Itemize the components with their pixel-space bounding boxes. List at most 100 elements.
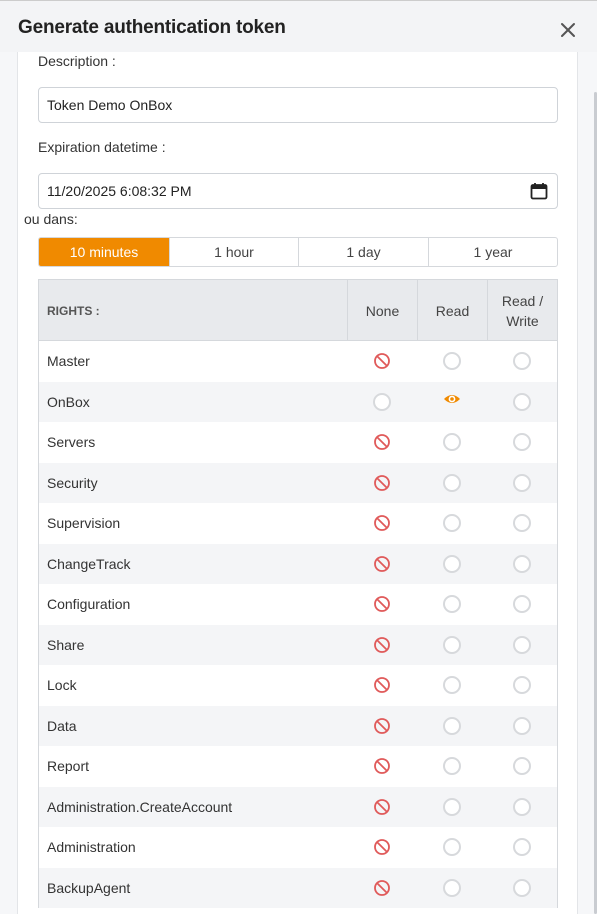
readwrite-option[interactable] bbox=[487, 544, 557, 585]
readwrite-option[interactable] bbox=[487, 746, 557, 787]
radio-button[interactable] bbox=[513, 635, 531, 654]
read-option[interactable] bbox=[417, 503, 487, 544]
dialog-header: Generate authentication token bbox=[0, 0, 597, 52]
rights-table-header: RIGHTS : None Read Read / Write bbox=[39, 280, 557, 341]
radio-button[interactable] bbox=[513, 676, 531, 695]
duration-10-minutes-button[interactable]: 10 minutes bbox=[39, 238, 169, 266]
read-option[interactable] bbox=[417, 341, 487, 382]
readwrite-option[interactable] bbox=[487, 382, 557, 423]
none-option[interactable] bbox=[347, 625, 417, 666]
readwrite-option[interactable] bbox=[487, 665, 557, 706]
radio-button[interactable] bbox=[443, 676, 461, 695]
duration-1-year-button[interactable]: 1 year bbox=[428, 238, 557, 266]
readwrite-option[interactable] bbox=[487, 503, 557, 544]
radio-button[interactable] bbox=[373, 392, 391, 411]
radio-button[interactable] bbox=[513, 838, 531, 857]
readwrite-option[interactable] bbox=[487, 584, 557, 625]
no-entry-icon bbox=[374, 474, 390, 491]
radio-button[interactable] bbox=[513, 595, 531, 614]
none-option[interactable] bbox=[347, 463, 417, 504]
right-label: Administration.CreateAccount bbox=[47, 798, 233, 815]
radio-button[interactable] bbox=[443, 514, 461, 533]
none-option[interactable] bbox=[347, 422, 417, 463]
right-label: Report bbox=[47, 758, 90, 774]
read-write-header-line2: Write bbox=[506, 312, 539, 329]
none-option[interactable] bbox=[347, 503, 417, 544]
readwrite-option[interactable] bbox=[487, 625, 557, 666]
radio-button[interactable] bbox=[513, 554, 531, 573]
readwrite-option[interactable] bbox=[487, 422, 557, 463]
none-option[interactable] bbox=[347, 544, 417, 585]
radio-button[interactable] bbox=[513, 514, 531, 533]
radio-button[interactable] bbox=[443, 352, 461, 371]
radio-button[interactable] bbox=[513, 757, 531, 776]
right-label: Share bbox=[47, 636, 85, 653]
read-write-column-header: Read / Write bbox=[487, 280, 557, 341]
radio-button[interactable] bbox=[443, 433, 461, 452]
none-option[interactable] bbox=[347, 584, 417, 625]
duration-1-day-button[interactable]: 1 day bbox=[298, 238, 428, 266]
calendar-icon[interactable] bbox=[530, 182, 548, 200]
none-option[interactable] bbox=[347, 787, 417, 828]
read-option[interactable] bbox=[417, 665, 487, 706]
close-icon[interactable] bbox=[557, 19, 579, 41]
read-option[interactable] bbox=[417, 787, 487, 828]
radio-button[interactable] bbox=[513, 433, 531, 452]
none-option[interactable] bbox=[347, 665, 417, 706]
none-option[interactable] bbox=[347, 706, 417, 747]
none-option[interactable] bbox=[347, 746, 417, 787]
read-option[interactable] bbox=[417, 544, 487, 585]
table-row: OnBox bbox=[39, 381, 557, 423]
radio-button[interactable] bbox=[513, 797, 531, 816]
read-option[interactable] bbox=[417, 706, 487, 747]
radio-button[interactable] bbox=[443, 716, 461, 735]
radio-button[interactable] bbox=[513, 392, 531, 411]
read-option[interactable] bbox=[417, 382, 487, 423]
none-option[interactable] bbox=[347, 382, 417, 423]
expiration-datetime-field[interactable]: 11/20/2025 6:08:32 PM bbox=[38, 173, 558, 209]
read-option[interactable] bbox=[417, 827, 487, 868]
readwrite-option[interactable] bbox=[487, 868, 557, 909]
radio-button[interactable] bbox=[443, 473, 461, 492]
no-entry-icon bbox=[374, 677, 390, 694]
readwrite-option[interactable] bbox=[487, 787, 557, 828]
radio-button[interactable] bbox=[513, 473, 531, 492]
radio-button[interactable] bbox=[443, 797, 461, 816]
expiration-label: Expiration datetime : bbox=[38, 139, 166, 155]
read-option[interactable] bbox=[417, 868, 487, 909]
none-option[interactable] bbox=[347, 827, 417, 868]
eye-icon bbox=[444, 394, 460, 403]
read-option[interactable] bbox=[417, 584, 487, 625]
read-option[interactable] bbox=[417, 422, 487, 463]
readwrite-option[interactable] bbox=[487, 706, 557, 747]
read-option[interactable] bbox=[417, 463, 487, 504]
radio-button[interactable] bbox=[443, 635, 461, 654]
no-entry-icon bbox=[374, 353, 390, 370]
radio-button[interactable] bbox=[443, 838, 461, 857]
readwrite-option[interactable] bbox=[487, 463, 557, 504]
none-option[interactable] bbox=[347, 341, 417, 382]
right-label: Administration bbox=[47, 839, 136, 855]
read-option[interactable] bbox=[417, 625, 487, 666]
radio-button[interactable] bbox=[443, 595, 461, 614]
table-row: Configuration bbox=[39, 584, 557, 625]
radio-button[interactable] bbox=[513, 352, 531, 371]
right-label: Security bbox=[47, 474, 98, 491]
no-entry-icon bbox=[374, 434, 390, 451]
radio-button[interactable] bbox=[443, 757, 461, 776]
readwrite-option[interactable] bbox=[487, 827, 557, 868]
radio-button[interactable] bbox=[513, 716, 531, 735]
radio-button[interactable] bbox=[513, 878, 531, 897]
none-column-header: None bbox=[347, 280, 417, 341]
readwrite-option[interactable] bbox=[487, 341, 557, 382]
duration-selector: 10 minutes 1 hour 1 day 1 year bbox=[38, 237, 558, 267]
radio-button[interactable] bbox=[443, 554, 461, 573]
no-entry-icon bbox=[374, 758, 390, 775]
none-option[interactable] bbox=[347, 868, 417, 909]
duration-1-hour-button[interactable]: 1 hour bbox=[169, 238, 298, 266]
radio-button[interactable] bbox=[443, 878, 461, 897]
read-write-header-line1: Read / bbox=[501, 292, 544, 309]
description-field[interactable]: Token Demo OnBox bbox=[38, 87, 558, 123]
description-label: Description : bbox=[38, 53, 116, 69]
read-option[interactable] bbox=[417, 746, 487, 787]
